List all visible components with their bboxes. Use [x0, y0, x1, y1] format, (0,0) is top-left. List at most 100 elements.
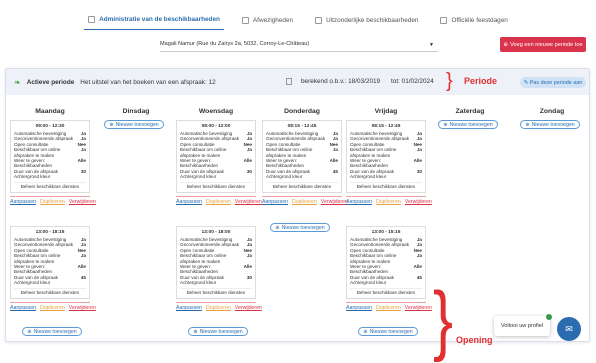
plus-icon: ⊕ — [27, 328, 32, 335]
day-header: Woensdag — [198, 108, 234, 115]
availability-card: 08:15 - 12:45 Automatische bevestiging Ja G… — [346, 120, 426, 193]
add-period-button[interactable]: ⊕ Voeg een nieuwe periode toe — [500, 37, 586, 52]
plus-icon: ⊕ — [275, 224, 280, 231]
availability-card: 08:00 - 12:00 Automatische bevestiging Ja G… — [176, 120, 256, 193]
chat-icon[interactable]: ✉ — [557, 317, 581, 341]
card-row: Achtergrond kleur — [14, 280, 51, 286]
calendar-icon — [286, 78, 292, 85]
tab-afwezigheden[interactable]: Afwezigheden — [238, 10, 297, 30]
add-new-button[interactable]: ⊕ Nieuwe toevoegen — [270, 223, 330, 232]
edit-button[interactable]: Aanpassen — [346, 199, 372, 205]
location-select[interactable]: Magali Namur (Rue du Zairys 2a, 5032, Co… — [160, 38, 438, 52]
card-row: Achtergrond kleur — [14, 174, 51, 180]
time-range: 09:00 - 12:30 — [35, 124, 65, 129]
edit-button[interactable]: Aanpassen — [10, 305, 36, 311]
day-header: Zaterdag — [455, 108, 485, 115]
day-header: Vrijdag — [374, 108, 398, 115]
annotation-brace: } — [433, 275, 454, 363]
card-row: Achtergrond kleur — [180, 174, 217, 180]
delete-button[interactable]: Verwijderen — [69, 305, 96, 311]
edit-button[interactable]: Aanpassen — [176, 305, 202, 311]
delete-button[interactable]: Verwijderen — [235, 305, 262, 311]
card-row: Weer te geven: Beschikbaarheden Alle — [14, 158, 86, 169]
card-row: Beschikbaar om online afspraken te maken… — [14, 147, 86, 158]
calendar-icon — [440, 16, 448, 24]
period-label: Actieve periode — [26, 78, 75, 86]
time-range: 08:15 - 12:45 — [371, 124, 401, 129]
period-end: tot: 01/02/2024 — [391, 78, 434, 85]
calendar-icon — [88, 16, 96, 23]
complete-profile-button[interactable]: Voltooi uw profiel — [494, 316, 550, 336]
time-range: 13:00 - 18:15 — [35, 230, 65, 235]
edit-button[interactable]: Aanpassen — [10, 199, 36, 205]
add-new-button[interactable]: ⊕ Nieuwe toevoegen — [104, 120, 164, 129]
card-row: Weer te geven: Beschikbaarheden Alle — [266, 158, 338, 169]
manage-services-link[interactable]: Beheer beschikbare diensten — [350, 181, 422, 189]
add-new-button[interactable]: ⊕ Nieuwe toevoegen — [520, 120, 580, 129]
manage-services-link[interactable]: Beheer beschikbare diensten — [350, 287, 422, 295]
chevron-down-icon: ▼ — [429, 42, 434, 48]
delete-button[interactable]: Verwijderen — [69, 199, 96, 205]
delete-button[interactable]: Verwijderen — [405, 305, 432, 311]
leaf-icon: ❧ — [14, 77, 21, 87]
manage-services-link[interactable]: Beheer beschikbare diensten — [14, 287, 86, 295]
card-actions: Aanpassen Dupliceren Verwijderen — [262, 196, 348, 205]
day-header: Maandag — [35, 108, 65, 115]
edit-button[interactable]: Aanpassen — [262, 199, 288, 205]
annotation-opening: Opening — [456, 335, 493, 345]
time-range: 08:00 - 12:00 — [201, 124, 231, 129]
plus-icon: ⊕ — [363, 328, 368, 335]
time-range: 08:15 - 12:45 — [287, 124, 317, 129]
tab-uitzonderlijke[interactable]: Uitzonderlijke beschikbaarheden — [311, 10, 422, 30]
add-new-button[interactable]: ⊕ Nieuwe toevoegen — [188, 327, 248, 336]
delete-button[interactable]: Verwijderen — [405, 199, 432, 205]
plus-icon: ⊕ — [109, 121, 114, 128]
duplicate-button[interactable]: Dupliceren — [40, 199, 65, 205]
tab-bar: Administratie van de beschikbaarheden Af… — [0, 10, 596, 32]
card-actions: Aanpassen Dupliceren Verwijderen — [176, 302, 262, 311]
card-actions: Aanpassen Dupliceren Verwijderen — [176, 196, 262, 205]
manage-services-link[interactable]: Beheer beschikbare diensten — [180, 181, 252, 189]
duplicate-button[interactable]: Dupliceren — [40, 305, 65, 311]
card-row: Weer te geven: Beschikbaarheden Alle — [14, 264, 86, 275]
tab-administratie[interactable]: Administratie van de beschikbaarheden — [84, 10, 224, 30]
card-row: Weer te geven: Beschikbaarheden Alle — [180, 158, 252, 169]
add-new-button[interactable]: ⊕ Nieuwe toevoegen — [438, 120, 498, 129]
plus-icon: ⊕ — [525, 121, 530, 128]
add-new-button[interactable]: ⊕ Nieuwe toevoegen — [358, 327, 418, 336]
card-row: Beschikbaar om online afspraken te maken… — [180, 253, 252, 264]
manage-services-link[interactable]: Beheer beschikbare diensten — [266, 181, 338, 189]
edit-button[interactable]: Aanpassen — [346, 305, 372, 311]
time-range: 13:00 - 15:15 — [371, 230, 401, 235]
edit-button[interactable]: Aanpassen — [176, 199, 202, 205]
annotation-brace: } — [446, 70, 453, 92]
tab-feestdagen[interactable]: Officiële feestdagen — [436, 10, 511, 30]
day-header: Zondag — [539, 108, 565, 115]
duplicate-button[interactable]: Dupliceren — [376, 199, 401, 205]
period-bar: ❧ Actieve periode Het uitstel van het bo… — [6, 69, 589, 95]
card-actions: Aanpassen Dupliceren Verwijderen — [346, 302, 432, 311]
day-header: Donderdag — [284, 108, 320, 115]
duplicate-button[interactable]: Dupliceren — [376, 305, 401, 311]
delete-button[interactable]: Verwijderen — [321, 199, 348, 205]
duplicate-button[interactable]: Dupliceren — [206, 199, 231, 205]
card-row: Weer te geven: Beschikbaarheden Alle — [350, 158, 422, 169]
duplicate-button[interactable]: Dupliceren — [206, 305, 231, 311]
card-row: Achtergrond kleur — [350, 280, 387, 286]
calendar-icon — [315, 16, 323, 24]
card-actions: Aanpassen Dupliceren Verwijderen — [10, 302, 96, 311]
edit-period-button[interactable]: ✎ Pas deze periode aan — [520, 77, 586, 88]
manage-services-link[interactable]: Beheer beschikbare diensten — [14, 181, 86, 189]
card-row: Beschikbaar om online afspraken te maken… — [14, 253, 86, 264]
card-row: Weer te geven: Beschikbaarheden Alle — [350, 264, 422, 275]
duplicate-button[interactable]: Dupliceren — [292, 199, 317, 205]
availability-card: 13:00 - 18:15 Automatische bevestiging Ja G… — [10, 226, 90, 299]
card-actions: Aanpassen Dupliceren Verwijderen — [346, 196, 432, 205]
delete-button[interactable]: Verwijderen — [235, 199, 262, 205]
period-start: berekend o.b.v.: 18/03/2019 — [301, 78, 381, 85]
plus-icon: ⊕ — [193, 328, 198, 335]
availability-card: 08:15 - 12:45 Automatische bevestiging Ja G… — [262, 120, 342, 193]
plus-icon: ⊕ — [443, 121, 448, 128]
add-new-button[interactable]: ⊕ Nieuwe toevoegen — [22, 327, 82, 336]
manage-services-link[interactable]: Beheer beschikbare diensten — [180, 287, 252, 295]
